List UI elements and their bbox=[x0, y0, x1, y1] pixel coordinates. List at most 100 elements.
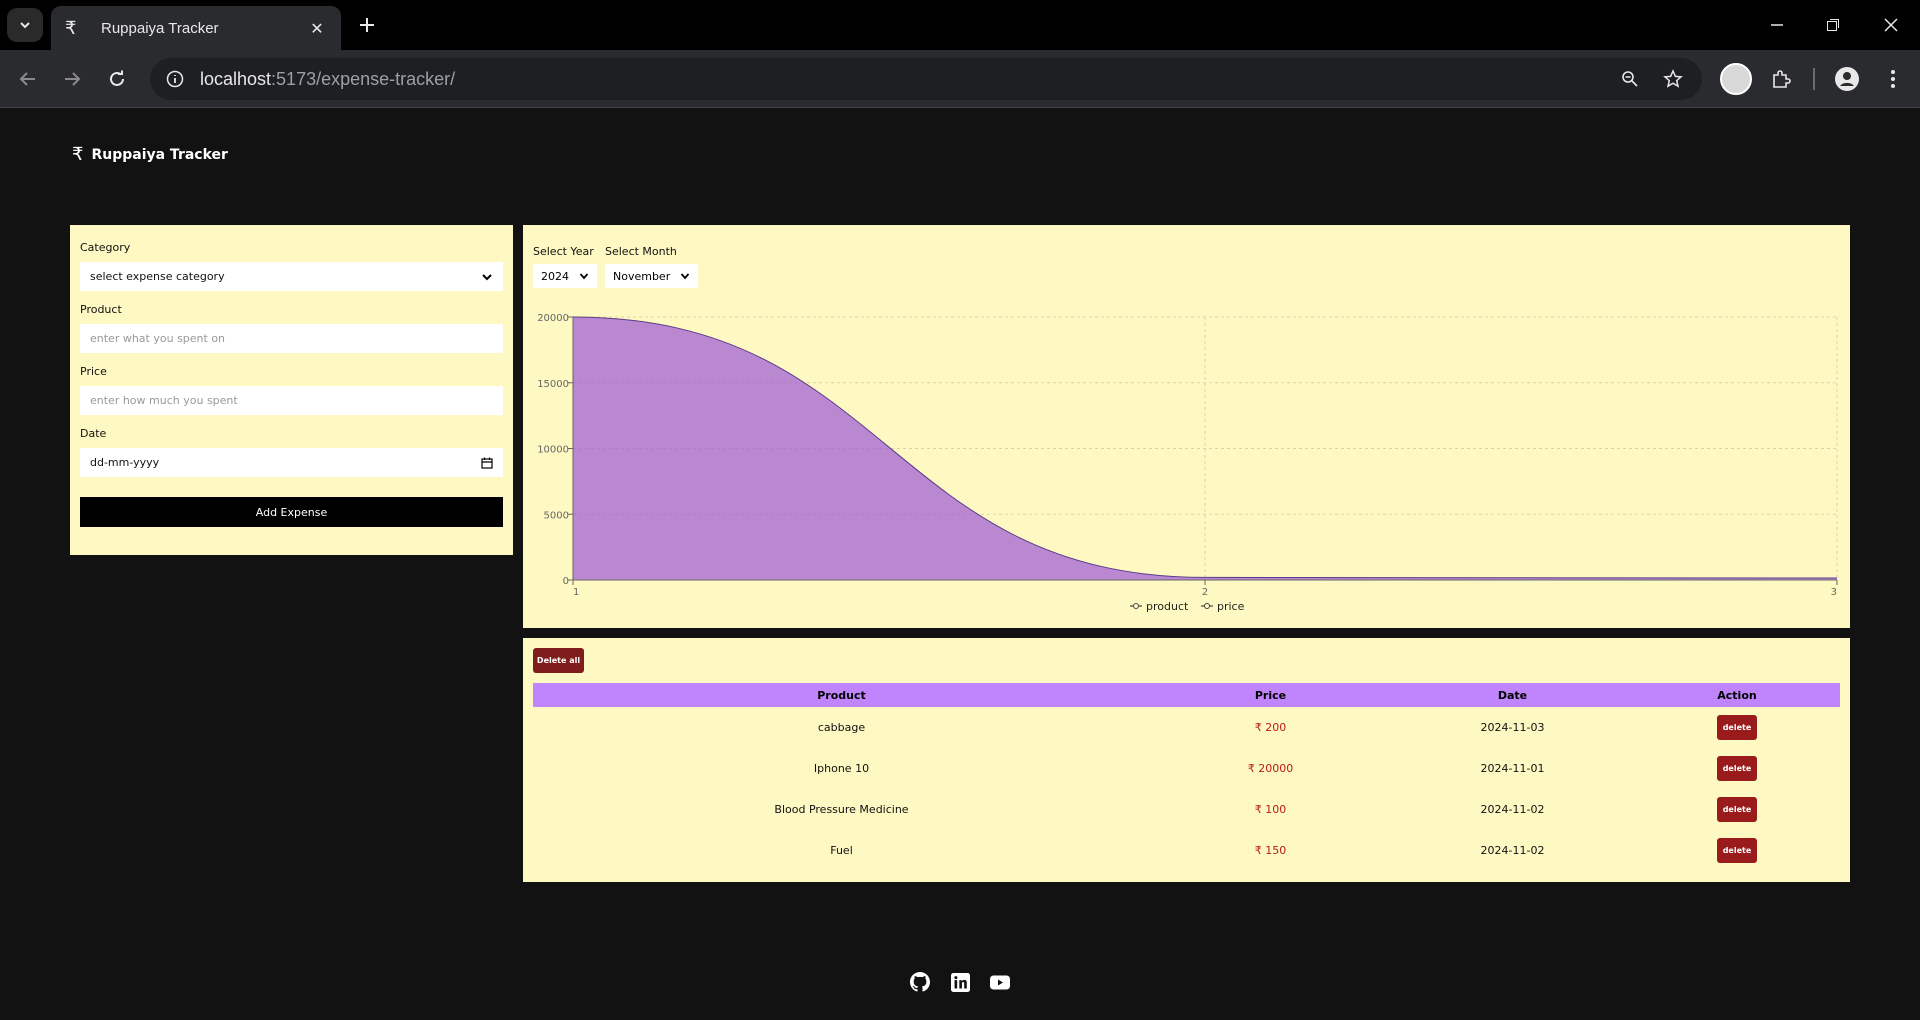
x-tick-label: 1 bbox=[573, 587, 579, 598]
table-row: Blood Pressure Medicine ₹ 100 2024-11-02… bbox=[533, 789, 1840, 830]
product-label: Product bbox=[80, 303, 122, 316]
arrow-left-icon bbox=[19, 72, 35, 86]
browser-tab[interactable]: ₹ Ruppaiya Tracker ✕ bbox=[51, 6, 341, 50]
rupee-favicon-icon: ₹ bbox=[65, 17, 77, 39]
chevron-down-icon bbox=[20, 22, 30, 29]
price-label: Price bbox=[80, 365, 107, 378]
legend-label-product: product bbox=[1146, 600, 1189, 613]
cell-product: cabbage bbox=[817, 721, 866, 734]
address-bar[interactable]: localhost:5173/expense-tracker/ bbox=[150, 58, 1702, 100]
legend-marker-dot bbox=[1133, 603, 1139, 609]
reload-icon bbox=[110, 70, 124, 86]
x-tick-label: 3 bbox=[1831, 587, 1837, 598]
product-input[interactable]: enter what you spent on bbox=[80, 324, 503, 353]
product-placeholder: enter what you spent on bbox=[90, 332, 226, 345]
y-tick-label: 15000 bbox=[537, 379, 569, 390]
delete-row-button[interactable]: delete bbox=[1717, 756, 1757, 781]
minimize-button[interactable] bbox=[1762, 10, 1792, 40]
cell-product: Iphone 10 bbox=[813, 762, 870, 775]
y-tick-label: 5000 bbox=[544, 510, 569, 521]
footer-social-links bbox=[910, 972, 1010, 992]
reload-button[interactable] bbox=[102, 64, 132, 94]
chart-card: Select Year 2024 Select Month November 0… bbox=[523, 225, 1850, 628]
app-name: Ruppaiya Tracker bbox=[91, 146, 228, 163]
x-tick-label: 2 bbox=[1202, 587, 1208, 598]
cell-action: delete bbox=[1634, 707, 1840, 748]
cell-product: Blood Pressure Medicine bbox=[774, 803, 909, 816]
restore-icon bbox=[1827, 19, 1839, 31]
date-input[interactable]: dd-mm-yyyy bbox=[80, 448, 503, 477]
tab-close-icon[interactable]: ✕ bbox=[307, 19, 327, 38]
close-icon bbox=[1884, 18, 1898, 32]
new-tab-button[interactable] bbox=[352, 10, 382, 40]
bookmark-star-icon[interactable] bbox=[1658, 64, 1688, 94]
delete-row-button[interactable]: delete bbox=[1717, 715, 1757, 740]
header-product: Product bbox=[533, 683, 1150, 707]
date-value: dd-mm-yyyy bbox=[90, 456, 160, 469]
expense-table: Product Price Date Action cabbage ₹ 200 … bbox=[533, 683, 1840, 871]
extension-avatar[interactable] bbox=[1720, 63, 1752, 95]
browser-tab-bar: ₹ Ruppaiya Tracker ✕ bbox=[0, 0, 1920, 50]
github-icon[interactable] bbox=[910, 972, 930, 992]
legend-marker-dot bbox=[1204, 603, 1210, 609]
minimize-icon bbox=[1771, 24, 1783, 26]
calendar-icon[interactable] bbox=[481, 457, 493, 469]
arrow-right-icon bbox=[65, 72, 81, 86]
youtube-icon[interactable] bbox=[990, 972, 1010, 992]
rupee-logo-icon: ₹ bbox=[72, 144, 84, 165]
cell-action: delete bbox=[1634, 830, 1840, 871]
header-price: Price bbox=[1150, 683, 1391, 707]
site-info-icon[interactable] bbox=[154, 58, 196, 100]
cell-product: Fuel bbox=[830, 844, 853, 857]
zoom-icon[interactable] bbox=[1615, 64, 1645, 94]
url-host: localhost bbox=[200, 68, 272, 89]
extensions-puzzle-icon[interactable] bbox=[1766, 64, 1796, 94]
category-select-value: select expense category bbox=[90, 270, 225, 283]
delete-row-button[interactable]: delete bbox=[1717, 797, 1757, 822]
linkedin-icon[interactable] bbox=[950, 972, 970, 992]
price-placeholder: enter how much you spent bbox=[90, 394, 238, 407]
y-tick-label: 0 bbox=[563, 576, 569, 587]
cell-price: ₹ 100 bbox=[1254, 803, 1287, 816]
browser-toolbar: localhost:5173/expense-tracker/ bbox=[0, 50, 1920, 108]
y-tick-label: 10000 bbox=[537, 445, 569, 456]
app-logo[interactable]: ₹ Ruppaiya Tracker bbox=[72, 144, 228, 165]
cell-date: 2024-11-02 bbox=[1480, 844, 1545, 857]
y-tick-label: 20000 bbox=[537, 313, 569, 324]
expense-form: Category select expense category Product… bbox=[70, 225, 513, 555]
cell-price: ₹ 200 bbox=[1254, 721, 1287, 734]
tab-title: Ruppaiya Tracker bbox=[101, 19, 219, 37]
header-action: Action bbox=[1634, 683, 1840, 707]
add-expense-button[interactable]: Add Expense bbox=[80, 497, 503, 527]
back-button[interactable] bbox=[13, 64, 43, 94]
restore-button[interactable] bbox=[1818, 10, 1848, 40]
cell-date: 2024-11-03 bbox=[1480, 721, 1545, 734]
table-row: cabbage ₹ 200 2024-11-03 delete bbox=[533, 707, 1840, 748]
expense-table-card: Delete all Product Price Date Action cab… bbox=[523, 638, 1850, 882]
url-path: :5173/expense-tracker/ bbox=[271, 68, 456, 89]
table-header-row: Product Price Date Action bbox=[533, 683, 1840, 707]
date-label: Date bbox=[80, 427, 107, 440]
cell-date: 2024-11-02 bbox=[1480, 803, 1545, 816]
price-input[interactable]: enter how much you spent bbox=[80, 386, 503, 415]
header-date: Date bbox=[1391, 683, 1634, 707]
chevron-down-icon bbox=[482, 273, 492, 280]
cell-price: ₹ 20000 bbox=[1247, 762, 1294, 775]
cell-date: 2024-11-01 bbox=[1480, 762, 1545, 775]
category-select[interactable]: select expense category bbox=[80, 262, 503, 291]
profile-icon[interactable] bbox=[1832, 64, 1862, 94]
cell-action: delete bbox=[1634, 748, 1840, 789]
category-label: Category bbox=[80, 241, 131, 254]
cell-price: ₹ 150 bbox=[1254, 844, 1287, 857]
menu-kebab-icon[interactable] bbox=[1878, 64, 1908, 94]
cell-action: delete bbox=[1634, 789, 1840, 830]
legend-label-price: price bbox=[1217, 600, 1245, 613]
table-row: Fuel ₹ 150 2024-11-02 delete bbox=[533, 830, 1840, 871]
forward-button[interactable] bbox=[57, 64, 87, 94]
tab-search-button[interactable] bbox=[7, 8, 43, 42]
delete-row-button[interactable]: delete bbox=[1717, 838, 1757, 863]
expense-area-chart: 0 5000 10000 15000 20000 1 2 3 product price bbox=[537, 313, 1838, 613]
plus-icon bbox=[360, 18, 374, 32]
delete-all-button[interactable]: Delete all bbox=[533, 648, 584, 673]
close-window-button[interactable] bbox=[1876, 10, 1906, 40]
